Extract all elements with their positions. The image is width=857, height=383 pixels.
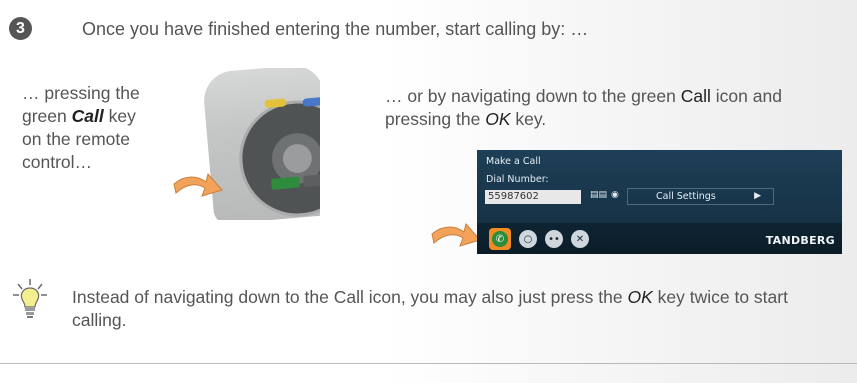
close-icon[interactable]: ✕ <box>571 230 589 248</box>
remote-middle-key <box>302 173 320 188</box>
call-button[interactable]: ✆ <box>489 228 511 250</box>
navigation-caption-part3: key. <box>510 109 547 129</box>
remote-caption: … pressing the green Call key on the rem… <box>22 82 142 174</box>
remote-navigation-pad <box>234 95 320 220</box>
call-settings-arrow-icon: ▶ <box>754 191 761 201</box>
remote-caption-call-key: Call <box>71 106 104 126</box>
bottom-divider <box>0 363 857 364</box>
panel-icon-bar: ✆ ○ •• ✕ TANDBERG <box>477 223 842 254</box>
dial-number-label: Dial Number: <box>486 174 549 185</box>
navigation-caption: … or by navigating down to the green Cal… <box>385 85 825 131</box>
brand-logo: TANDBERG <box>765 234 835 247</box>
make-a-call-title: Make a Call <box>486 156 541 167</box>
panel-pointer-arrow-icon <box>431 222 481 247</box>
directory-icon[interactable]: •• <box>545 230 563 248</box>
navigation-caption-part1: … or by navigating down to the green <box>385 86 681 106</box>
step-number-badge: 3 <box>9 17 32 40</box>
lightbulb-icon <box>13 279 47 318</box>
remote-blue-key <box>302 96 320 107</box>
video-icon[interactable]: ○ <box>519 230 537 248</box>
lock-icon[interactable]: ◉ <box>611 190 619 200</box>
make-a-call-panel: Make a Call Dial Number: 55987602 ▤▤ ◉ C… <box>477 150 842 254</box>
call-settings-select[interactable]: Call Settings ▶ <box>627 188 774 205</box>
tip-ok-key: OK <box>627 287 653 307</box>
navigation-caption-ok-key: OK <box>485 109 511 129</box>
phonebook-icon[interactable]: ▤▤ <box>590 190 607 200</box>
remote-control-illustration <box>170 68 320 220</box>
tip-part1: Instead of navigating down to the Call i… <box>72 287 628 307</box>
tip-text: Instead of navigating down to the Call i… <box>72 286 832 332</box>
step-intro-text: Once you have finished entering the numb… <box>82 19 589 39</box>
call-settings-label: Call Settings <box>656 191 716 202</box>
call-icon: ✆ <box>492 231 508 247</box>
remote-pointer-arrow-icon <box>173 172 223 197</box>
navigation-caption-call: Call <box>680 86 711 106</box>
dial-number-input[interactable]: 55987602 <box>485 190 581 204</box>
